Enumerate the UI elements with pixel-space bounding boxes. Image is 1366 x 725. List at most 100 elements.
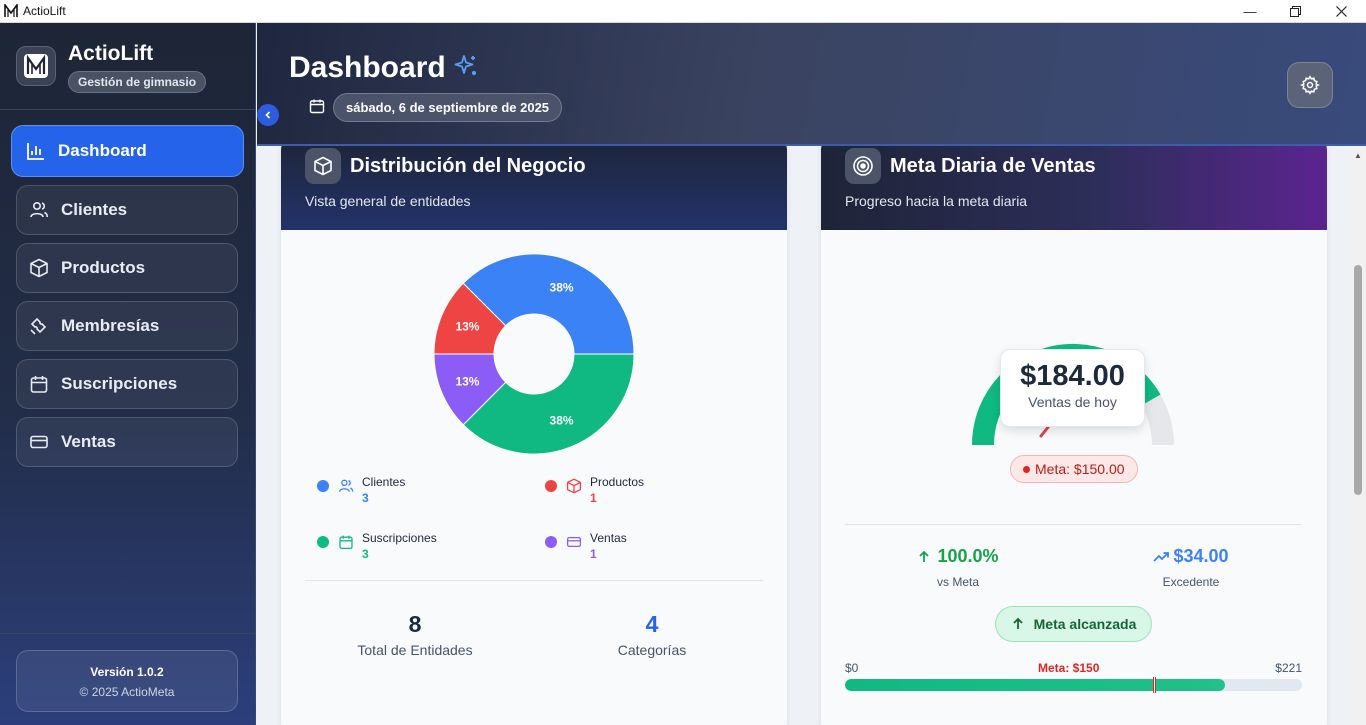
credit-card-icon bbox=[566, 536, 582, 548]
scroll-up-button[interactable]: ▲ bbox=[1350, 148, 1366, 162]
goal-dot bbox=[1023, 465, 1030, 473]
sidebar-item-clientes[interactable]: Clientes bbox=[16, 185, 238, 235]
sidebar-nav: Dashboard Clientes Productos Membresías … bbox=[11, 125, 244, 475]
card-divider bbox=[845, 524, 1302, 525]
card-title: Distribución del Negocio bbox=[350, 154, 586, 177]
close-window-button[interactable] bbox=[1318, 0, 1364, 23]
legend-label: Ventas bbox=[590, 531, 627, 545]
page-header: Dashboard sábado, 6 de septiembre de 202… bbox=[257, 23, 1366, 146]
distribution-pie-chart: 38% 13% 13% 38% bbox=[431, 251, 637, 462]
legend-value: 1 bbox=[590, 491, 597, 505]
legend-label: Productos bbox=[590, 475, 645, 489]
box-icon bbox=[29, 258, 49, 278]
sidebar: ActioLift Gestión de gimnasio Dashboard … bbox=[0, 23, 256, 725]
bar-goal-label: Meta: $150 bbox=[1038, 661, 1100, 675]
legend-value: 1 bbox=[590, 547, 597, 561]
sales-progress-bar bbox=[845, 679, 1302, 691]
sidebar-item-label: Membresías bbox=[61, 316, 160, 335]
card-divider bbox=[305, 580, 763, 581]
excess-label: Excedente bbox=[1162, 575, 1220, 589]
goal-marker bbox=[1153, 677, 1157, 693]
credit-card-icon bbox=[29, 432, 49, 452]
sidebar-item-dashboard[interactable]: Dashboard bbox=[11, 125, 244, 177]
close-icon bbox=[1335, 6, 1347, 17]
content-scrollbar[interactable]: ▲ bbox=[1350, 146, 1366, 725]
excess-stat: $34.00 Excedente bbox=[1091, 546, 1291, 589]
categories-label: Categorías bbox=[617, 642, 687, 658]
legend-dot bbox=[545, 480, 557, 492]
target-icon bbox=[845, 148, 881, 184]
sidebar-divider bbox=[0, 633, 255, 634]
total-entities-stat: 8 Total de Entidades bbox=[325, 611, 505, 658]
window-titlebar: ActioLift — bbox=[0, 0, 1366, 23]
version-label: Versión 1.0.2 bbox=[90, 665, 164, 679]
sidebar-item-label: Productos bbox=[61, 258, 146, 277]
percent-vs-goal-label: vs Meta bbox=[936, 575, 979, 589]
pie-slice-label: 38% bbox=[550, 414, 574, 428]
legend-item-suscripciones[interactable]: Suscripciones 3 bbox=[317, 531, 437, 561]
pie-slice-label: 13% bbox=[455, 319, 479, 333]
version-info: Versión 1.0.2 © 2025 ActioMeta bbox=[16, 650, 238, 712]
sparkle-icon bbox=[454, 55, 477, 76]
brand-name: ActioLift bbox=[68, 42, 154, 65]
legend-item-productos[interactable]: Productos 1 bbox=[545, 475, 644, 505]
copyright-label: © 2025 ActioMeta bbox=[79, 685, 175, 699]
card-subtitle: Progreso hacia la meta diaria bbox=[845, 193, 1028, 209]
restore-button[interactable] bbox=[1272, 0, 1318, 23]
card-header: Distribución del Negocio Vista general d… bbox=[281, 146, 787, 230]
goal-reached-label: Meta alcanzada bbox=[1033, 616, 1137, 632]
sidebar-item-membresias[interactable]: Membresías bbox=[16, 301, 238, 351]
gear-icon bbox=[1300, 75, 1320, 95]
legend-label: Suscripciones bbox=[362, 531, 437, 545]
brand-badge: Gestión de gimnasio bbox=[68, 71, 207, 93]
sidebar-item-productos[interactable]: Productos bbox=[16, 243, 238, 293]
page-title: Dashboard bbox=[289, 51, 446, 84]
legend-dot bbox=[545, 536, 557, 548]
bar-min-label: $0 bbox=[845, 661, 859, 675]
arrow-up-icon bbox=[919, 550, 930, 562]
sidebar-item-label: Ventas bbox=[61, 432, 116, 451]
legend-label: Clientes bbox=[362, 475, 406, 489]
box-icon bbox=[305, 148, 341, 184]
sales-progress-fill bbox=[845, 679, 1226, 691]
brand-logo-icon bbox=[16, 46, 56, 86]
total-entities-label: Total de Entidades bbox=[357, 642, 473, 658]
sidebar-divider bbox=[0, 109, 255, 110]
legend-dot bbox=[317, 536, 329, 548]
collapse-sidebar-button[interactable] bbox=[257, 104, 279, 126]
sidebar-item-ventas[interactable]: Ventas bbox=[16, 417, 238, 467]
percent-vs-goal-stat: 100.0% vs Meta bbox=[858, 546, 1058, 589]
card-subtitle: Vista general de entidades bbox=[305, 193, 471, 209]
legend-dot bbox=[317, 480, 329, 492]
pie-slice-label: 38% bbox=[550, 280, 574, 294]
progress-bar-labels: $0 Meta: $150 $221 bbox=[845, 661, 1302, 675]
legend-value: 3 bbox=[362, 491, 369, 505]
minimize-button[interactable]: — bbox=[1227, 0, 1273, 23]
sidebar-item-suscripciones[interactable]: Suscripciones bbox=[16, 359, 238, 409]
restore-icon bbox=[1289, 6, 1301, 17]
calendar-icon bbox=[29, 374, 49, 394]
sales-amount-label: Ventas de hoy bbox=[1028, 394, 1117, 410]
app-logo-icon bbox=[4, 4, 18, 18]
goal-badge-label: Meta: $150.00 bbox=[1035, 461, 1125, 477]
calendar-icon bbox=[339, 535, 353, 550]
trending-up-icon bbox=[1153, 551, 1170, 562]
current-date-badge: sábado, 6 de septiembre de 2025 bbox=[333, 93, 563, 122]
card-header: Meta Diaria de Ventas Progreso hacia la … bbox=[821, 146, 1327, 230]
arrow-up-icon bbox=[1013, 617, 1023, 629]
calendar-icon bbox=[309, 99, 325, 114]
brand: ActioLift Gestión de gimnasio bbox=[16, 42, 207, 93]
settings-button[interactable] bbox=[1287, 62, 1333, 108]
dashboard-content: Distribución del Negocio Vista general d… bbox=[257, 146, 1350, 725]
scrollbar-thumb[interactable] bbox=[1354, 265, 1362, 495]
legend-item-clientes[interactable]: Clientes 3 bbox=[317, 475, 405, 505]
caret-up-icon: ▲ bbox=[1354, 150, 1362, 160]
sidebar-item-label: Dashboard bbox=[58, 141, 147, 160]
categories-stat: 4 Categorías bbox=[562, 611, 742, 658]
chevron-left-icon bbox=[265, 111, 271, 119]
legend-item-ventas[interactable]: Ventas 1 bbox=[545, 531, 627, 561]
users-icon bbox=[29, 200, 49, 220]
sidebar-item-label: Suscripciones bbox=[61, 374, 178, 393]
sales-goal-card: Meta Diaria de Ventas Progreso hacia la … bbox=[821, 146, 1327, 725]
distribution-card: Distribución del Negocio Vista general d… bbox=[281, 146, 787, 725]
